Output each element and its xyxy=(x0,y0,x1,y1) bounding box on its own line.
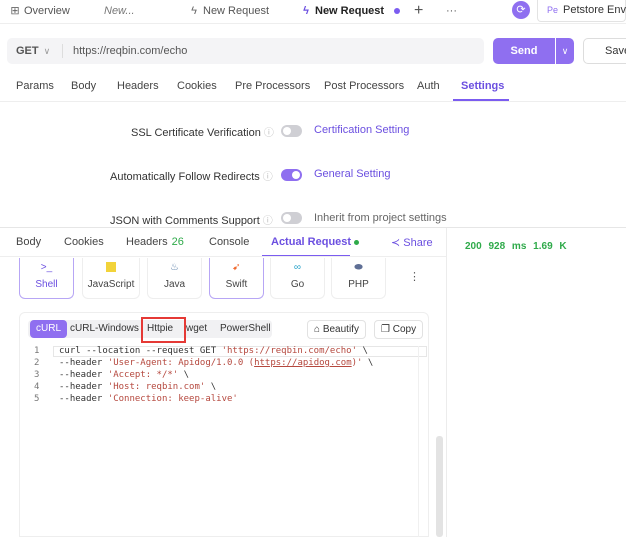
bolt-icon: ϟ xyxy=(303,5,309,17)
line-number: 1 xyxy=(34,346,40,356)
chevron-down-icon: ∨ xyxy=(43,46,51,56)
tab-headers[interactable]: Headers xyxy=(117,80,159,92)
response-tab-headers[interactable]: Headers 26 xyxy=(126,236,184,248)
copy-button[interactable]: ❐ Copy xyxy=(374,320,424,339)
panel-vertical-divider xyxy=(446,228,447,537)
ssl-verification-toggle[interactable] xyxy=(281,125,302,137)
beautify-icon: ⌂ xyxy=(314,324,321,335)
divider xyxy=(0,101,626,102)
copy-icon: ❐ xyxy=(381,324,390,335)
tab-post-processors[interactable]: Post Processors xyxy=(324,80,404,92)
headers-count-badge: 26 xyxy=(171,236,184,248)
line-number: 5 xyxy=(34,394,40,404)
tab-pre-processors[interactable]: Pre Processors xyxy=(235,80,310,92)
response-time: 928 ms xyxy=(488,241,527,252)
line-number: 3 xyxy=(34,370,40,380)
unsaved-dot xyxy=(394,8,401,15)
share-icon: ≺ xyxy=(391,237,401,249)
response-size: 1.69 K xyxy=(533,241,567,252)
tab-cookies[interactable]: Cookies xyxy=(177,80,217,92)
tab-new-request[interactable]: ϟ New Request xyxy=(188,0,269,24)
code-line: --header 'Connection: keep-alive' xyxy=(59,394,238,404)
java-icon: ♨ xyxy=(170,262,179,273)
tab-new-request-active[interactable]: ϟ New Request xyxy=(300,0,401,24)
tab-overview[interactable]: ⊞ Overview xyxy=(9,0,69,24)
scroll-track xyxy=(418,346,419,537)
bolt-icon: ϟ xyxy=(191,5,197,17)
follow-redirects-label: Automatically Follow Redirects ⓘ xyxy=(110,171,273,183)
lang-swift[interactable]: ➹ Swift xyxy=(209,258,264,299)
add-tab-button[interactable]: + xyxy=(414,0,423,24)
general-setting-link[interactable]: General Setting xyxy=(314,168,390,180)
response-tab-console[interactable]: Console xyxy=(209,236,249,248)
save-button[interactable]: Save xyxy=(583,38,626,64)
highlight-box xyxy=(141,317,186,343)
json-comments-label: JSON with Comments Support ⓘ xyxy=(110,215,273,227)
divider xyxy=(62,44,63,58)
code-line: --header 'Accept: */*' \ xyxy=(59,370,190,380)
status-code: 200 xyxy=(465,241,482,252)
response-tab-cookies[interactable]: Cookies xyxy=(64,236,104,248)
code-link[interactable]: https://apidog.com xyxy=(254,358,352,368)
code-tab-powershell[interactable]: PowerShell xyxy=(214,320,277,338)
ssl-verification-label: SSL Certificate Verification ⓘ xyxy=(131,127,274,139)
url-input[interactable]: https://reqbin.com/echo xyxy=(73,38,187,64)
lang-java[interactable]: ♨ Java xyxy=(147,258,202,299)
status-dot xyxy=(354,239,360,245)
tab-bar: ⊞ Overview New... ϟ New Request ϟ New Reque… xyxy=(0,0,626,24)
send-options-button[interactable]: ∨ xyxy=(556,38,574,64)
sync-icon[interactable]: ⟳ xyxy=(512,1,530,19)
environment-selector[interactable]: Pe Petstore Env xyxy=(537,0,626,22)
line-number: 2 xyxy=(34,358,40,368)
code-line: --header 'User-Agent: Apidog/1.0.0 (http… xyxy=(59,358,374,368)
code-tab-curl[interactable]: cURL xyxy=(30,320,68,338)
share-button[interactable]: ≺ Share xyxy=(391,236,433,249)
divider xyxy=(0,256,446,257)
url-bar: GET ∨ https://reqbin.com/echo xyxy=(7,38,484,64)
inherit-settings-link[interactable]: Inherit from project settings xyxy=(314,212,447,224)
grid-icon: ⊞ xyxy=(10,5,20,17)
tab-auth[interactable]: Auth xyxy=(417,80,440,92)
lang-shell[interactable]: >_ Shell xyxy=(19,258,74,299)
tab-params[interactable]: Params xyxy=(16,80,54,92)
go-icon: ∞ xyxy=(293,262,302,273)
send-button[interactable]: Send xyxy=(493,38,555,64)
json-comments-toggle[interactable] xyxy=(281,212,302,224)
tab-settings[interactable]: Settings xyxy=(461,80,504,92)
more-tabs-button[interactable]: ··· xyxy=(446,0,457,24)
more-languages-button[interactable]: ⋮ xyxy=(409,270,420,283)
shell-icon: >_ xyxy=(40,262,53,273)
swift-icon: ➹ xyxy=(232,262,241,273)
tab-new-draft[interactable]: New... xyxy=(104,0,135,24)
response-status: 200 928 ms 1.69 K xyxy=(465,241,567,252)
tab-body[interactable]: Body xyxy=(71,80,96,92)
panel-divider xyxy=(0,227,626,228)
scrollbar[interactable] xyxy=(436,436,443,537)
code-tab-curl-windows[interactable]: cURL-Windows xyxy=(64,320,145,338)
code-line: --header 'Host: reqbin.com' \ xyxy=(59,382,217,392)
code-line: curl --location --request GET 'https://r… xyxy=(59,346,368,356)
lang-javascript[interactable]: JavaScript xyxy=(82,258,140,299)
response-tab-actual-request[interactable]: Actual Request xyxy=(271,236,360,248)
chevron-down-icon: ∨ xyxy=(561,46,569,56)
beautify-button[interactable]: ⌂ Beautify xyxy=(307,320,366,339)
line-number: 4 xyxy=(34,382,40,392)
help-icon: ⓘ xyxy=(262,172,273,183)
response-tab-body[interactable]: Body xyxy=(16,236,41,248)
lang-go[interactable]: ∞ Go xyxy=(270,258,325,299)
lang-php[interactable]: ⬬ PHP xyxy=(331,258,386,299)
help-icon: ⓘ xyxy=(263,128,274,139)
certification-setting-link[interactable]: Certification Setting xyxy=(314,124,409,136)
method-select[interactable]: GET ∨ xyxy=(16,38,50,64)
php-icon: ⬬ xyxy=(354,262,363,273)
follow-redirects-toggle[interactable] xyxy=(281,169,302,181)
javascript-icon xyxy=(83,260,139,276)
